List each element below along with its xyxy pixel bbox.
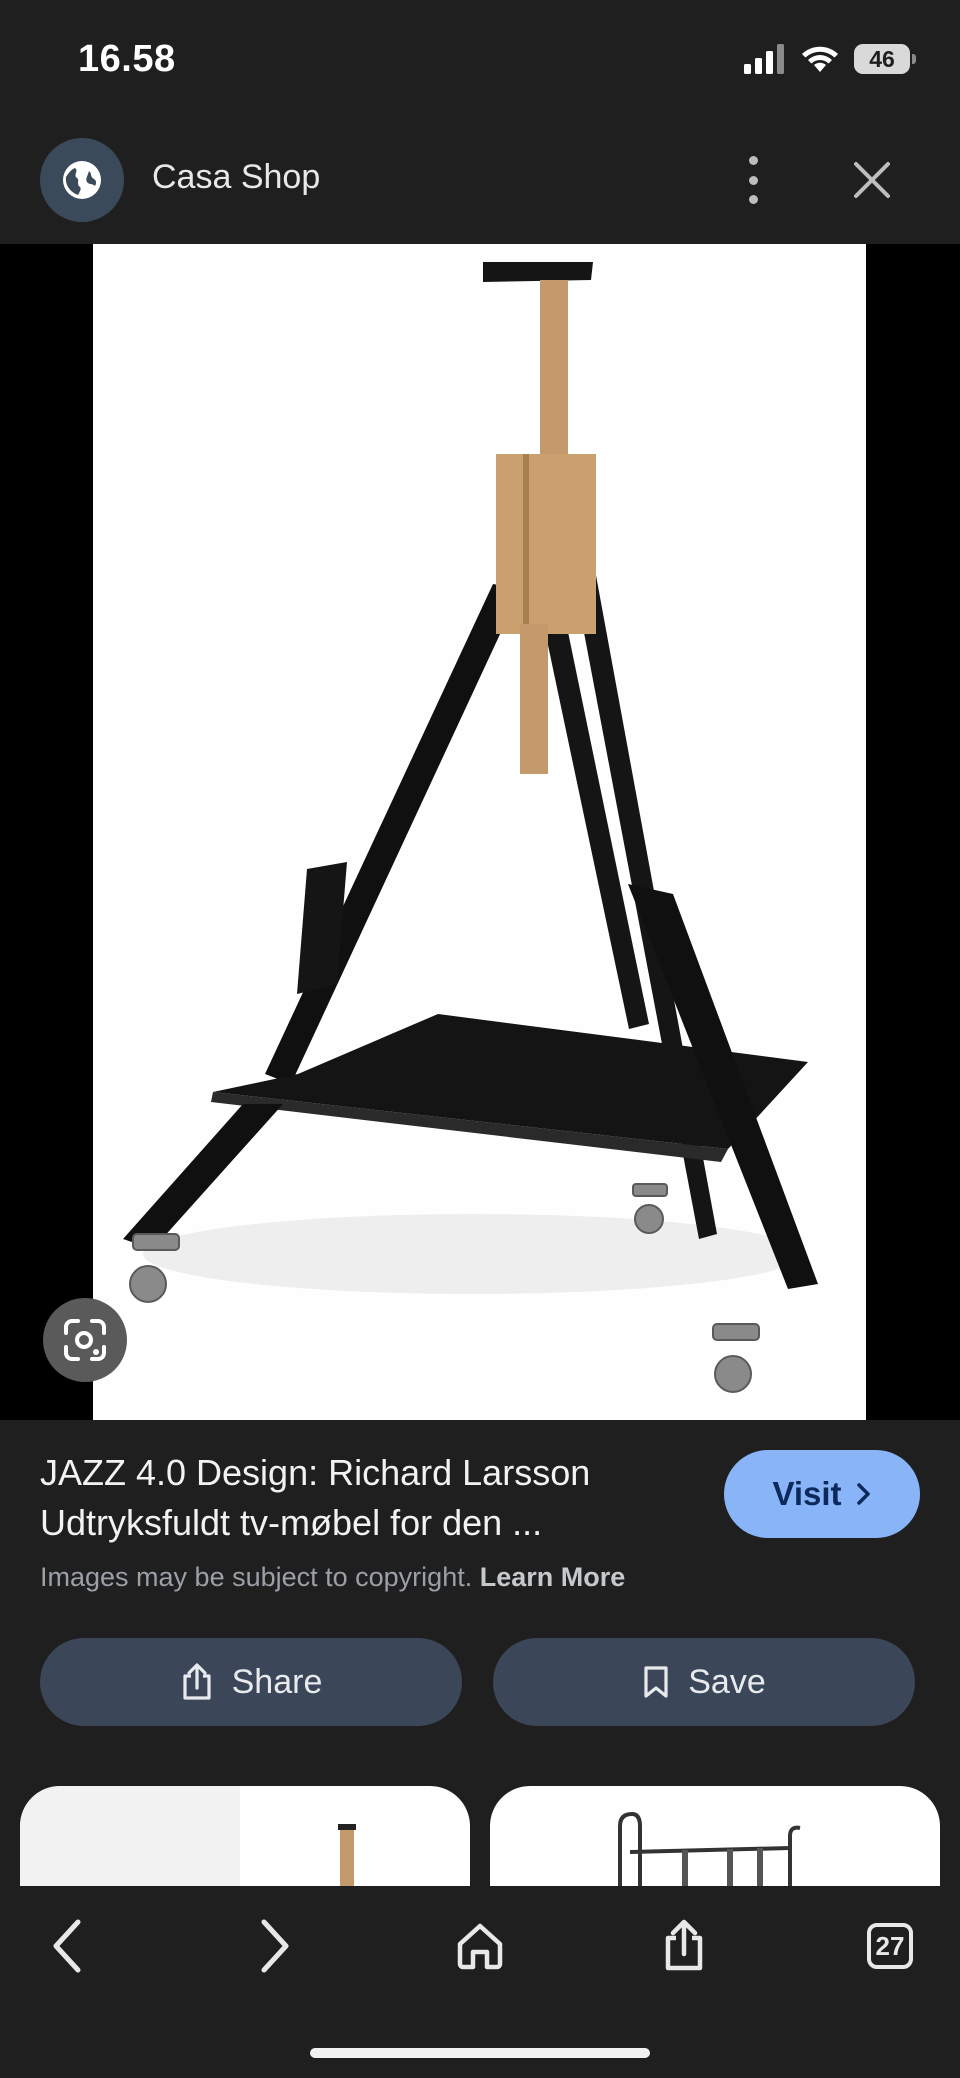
close-icon[interactable] — [846, 154, 898, 206]
share-label: Share — [231, 1662, 323, 1701]
bookmark-icon — [644, 1666, 668, 1698]
related-image-1[interactable] — [20, 1786, 470, 1886]
result-title-line1: JAZZ 4.0 Design: Richard Larsson — [40, 1452, 591, 1493]
back-icon — [53, 1919, 81, 1973]
wifi-icon — [802, 46, 838, 72]
home-button[interactable] — [444, 1910, 516, 1982]
google-lens-button[interactable] — [43, 1298, 127, 1382]
learn-more-link[interactable]: Learn More — [480, 1562, 626, 1592]
battery-icon: 46 — [854, 44, 916, 74]
share-button[interactable]: Share — [40, 1638, 462, 1726]
result-title[interactable]: JAZZ 4.0 Design: Richard Larsson Udtryks… — [40, 1448, 680, 1548]
home-indicator[interactable] — [310, 2048, 650, 2058]
status-icons: 46 — [744, 44, 916, 74]
cellular-signal-icon — [744, 44, 784, 74]
globe-icon — [63, 161, 101, 199]
related-image-2[interactable] — [490, 1786, 940, 1886]
tabs-button[interactable]: 27 — [854, 1910, 926, 1982]
save-label: Save — [688, 1662, 766, 1701]
related-thumbnail-2 — [618, 1811, 801, 1886]
status-time: 16.58 — [78, 38, 176, 80]
tabs-count: 27 — [867, 1923, 913, 1969]
home-icon — [457, 1923, 503, 1970]
share-icon — [665, 1919, 703, 1971]
copyright-notice: Images may be subject to copyright. Lear… — [40, 1562, 625, 1593]
related-thumbnail-1 — [20, 1786, 356, 1886]
back-button[interactable] — [32, 1910, 104, 1982]
forward-button[interactable] — [238, 1910, 310, 1982]
product-image[interactable] — [93, 244, 866, 1420]
more-vert-icon[interactable] — [740, 156, 766, 204]
forward-icon — [261, 1919, 289, 1973]
visit-label: Visit — [772, 1475, 842, 1512]
site-title[interactable]: Casa Shop — [152, 158, 320, 197]
tv-stand-illustration — [123, 262, 818, 1393]
copyright-text: Images may be subject to copyright. — [40, 1562, 473, 1592]
save-button[interactable]: Save — [493, 1638, 915, 1726]
share-page-button[interactable] — [648, 1910, 720, 1982]
share-icon — [183, 1663, 211, 1700]
result-title-line2: Udtryksfuldt tv-møbel for den ... — [40, 1502, 543, 1543]
visit-button[interactable]: Visit — [724, 1450, 920, 1538]
site-favicon[interactable] — [40, 138, 124, 222]
google-lens-icon — [64, 1319, 106, 1361]
chevron-right-icon — [856, 1483, 870, 1505]
